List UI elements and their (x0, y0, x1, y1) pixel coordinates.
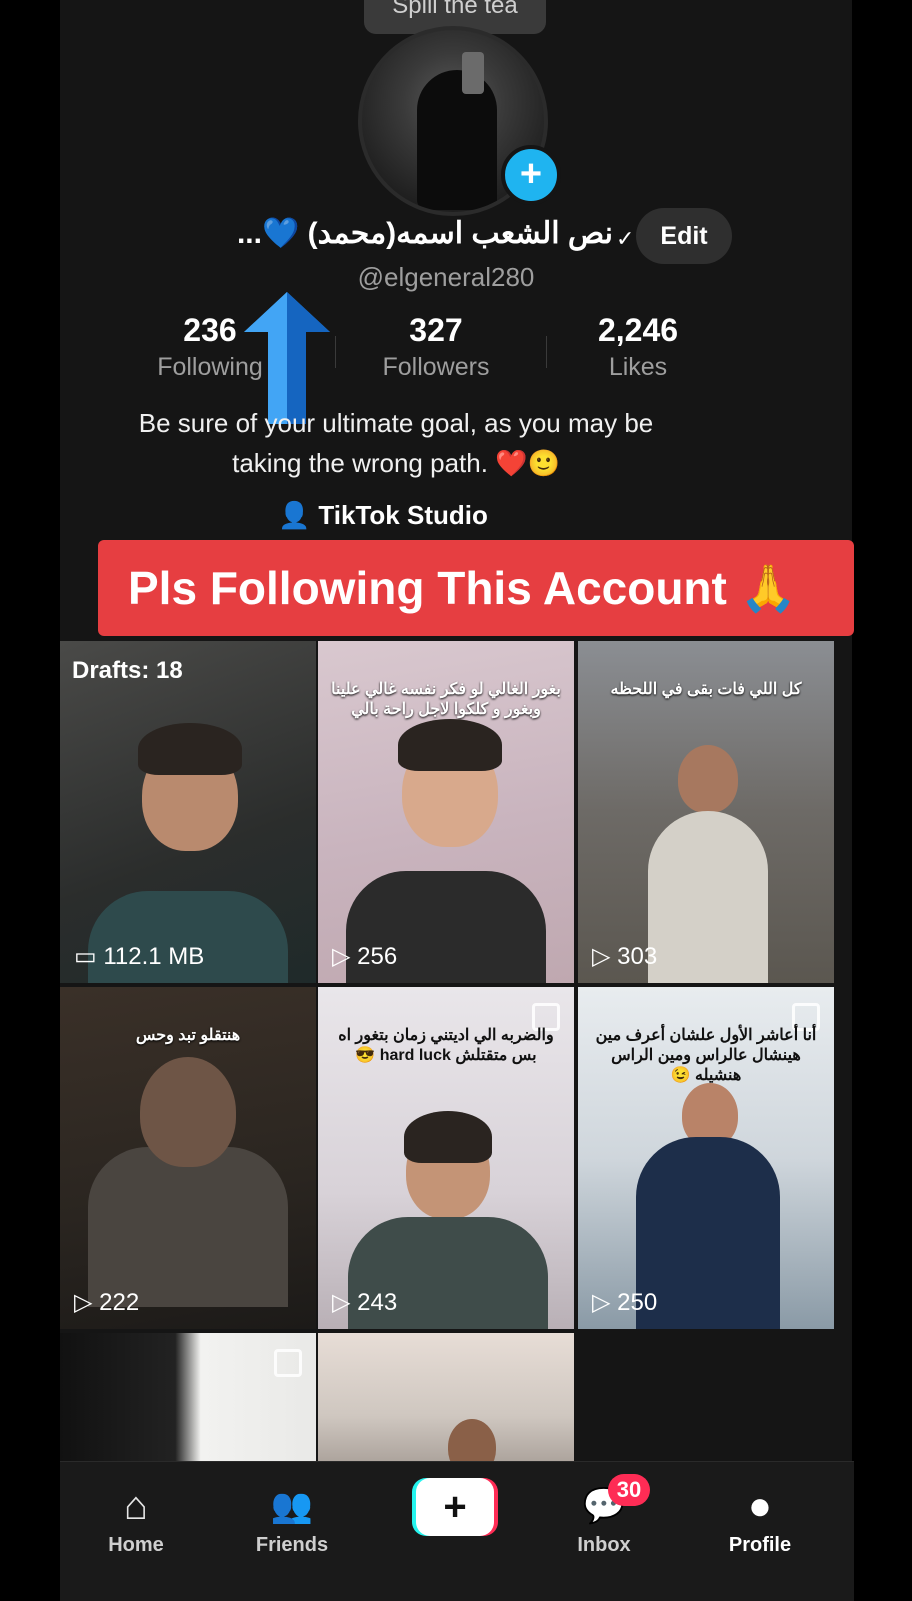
studio-label: TikTok Studio (318, 500, 488, 530)
avatar-phone (462, 52, 484, 94)
video-caption: بغور الغالي لو فكر نفسه غالي علينا وبغور… (331, 681, 561, 718)
profile-icon: ● (747, 1484, 773, 1528)
nav-inbox-label: Inbox (577, 1534, 631, 1556)
view-count: ▷ 256 (332, 943, 398, 970)
divider (335, 336, 336, 368)
bio-line-2: taking the wrong path. ❤️🙂 (232, 448, 560, 478)
photo-hair (138, 723, 242, 775)
add-avatar-plus-icon[interactable]: + (501, 145, 561, 205)
nav-profile[interactable]: ● Profile (700, 1482, 820, 1557)
studio-person-icon: 👤 (278, 500, 311, 530)
view-count-value: 250 (617, 1289, 658, 1316)
plus-icon: + (416, 1478, 494, 1536)
photo-face (678, 745, 738, 813)
photo-body (88, 1147, 288, 1307)
grid-item[interactable]: والضربه الي اديتني زمان بتغور اه بس متقت… (318, 987, 574, 1329)
nav-friends-label: Friends (255, 1534, 329, 1556)
nav-home[interactable]: ⌂ Home (76, 1482, 196, 1557)
chevron-down-icon[interactable]: ✓ (616, 226, 634, 252)
display-name: نص الشعب اسمه(محمد) 💙... (236, 217, 613, 250)
nav-home-label: Home (108, 1534, 164, 1556)
stats-row: 236 Following 327 Followers 2,246 Likes (130, 312, 742, 392)
draft-size-value: 112.1 MB (103, 943, 205, 970)
inbox-badge: 30 (608, 1474, 650, 1506)
grid-item-drafts[interactable]: Drafts: 18 ▭ 112.1 MB (60, 641, 316, 983)
photo-face (140, 1057, 236, 1167)
grid-item[interactable] (60, 1333, 316, 1471)
username: @elgeneral280 (357, 262, 535, 292)
name-row: نص الشعب اسمه(محمد) 💙... ✓ Edit (0, 208, 792, 268)
photo-hair (404, 1111, 492, 1163)
likes-label: Likes (608, 353, 668, 381)
view-count-value: 303 (617, 943, 658, 970)
view-count-value: 222 (99, 1289, 140, 1316)
stat-followers[interactable]: 327 Followers (356, 312, 516, 382)
followers-label: Followers (382, 353, 490, 381)
divider (546, 336, 547, 368)
video-caption: والضربه الي اديتني زمان بتغور اه بس متقت… (338, 1027, 554, 1064)
video-grid: Drafts: 18 ▭ 112.1 MB بغور الغالي لو فكر… (60, 641, 854, 1471)
photo-body (636, 1137, 780, 1329)
view-count: ▷ 222 (74, 1289, 140, 1316)
video-caption: هنتقلو تبد وحس (135, 1027, 241, 1044)
video-caption: أنا أعاشر الأول علشان أعرف مين هينشال عا… (595, 1027, 817, 1084)
edit-profile-button[interactable]: Edit (636, 208, 732, 264)
draft-size: ▭ 112.1 MB (74, 943, 205, 970)
grid-item[interactable]: هنتقلو تبد وحس ▷ 222 (60, 987, 316, 1329)
promo-banner: Pls Following This Account 🙏 (98, 540, 854, 636)
view-count: ▷ 250 (592, 1289, 658, 1316)
view-count: ▷ 303 (592, 943, 658, 970)
home-icon: ⌂ (123, 1484, 149, 1528)
photo-body (648, 811, 768, 983)
tiktok-studio-link[interactable]: 👤 TikTok Studio (278, 500, 518, 531)
grid-item[interactable]: بغور الغالي لو فكر نفسه غالي علينا وبغور… (318, 641, 574, 983)
bio-line-1: Be sure of your ultimate goal, as you ma… (138, 408, 654, 438)
bottom-nav: ⌂ Home 👥 Friends + 💬 30 Inbox ● Profile (60, 1461, 854, 1601)
grid-item[interactable]: كل اللي فات بقى في اللحظه ▷ 303 (578, 641, 834, 983)
bio: Be sure of your ultimate goal, as you ma… (80, 403, 712, 483)
view-count: ▷ 243 (332, 1289, 398, 1316)
create-button[interactable]: + (412, 1478, 498, 1536)
avatar-figure (417, 70, 497, 210)
video-caption: كل اللي فات بقى في اللحظه (610, 681, 802, 698)
followers-count: 327 (409, 312, 463, 348)
nav-friends[interactable]: 👥 Friends (232, 1482, 352, 1557)
view-count-value: 243 (357, 1289, 398, 1316)
nav-inbox[interactable]: 💬 30 Inbox (544, 1474, 664, 1557)
view-count-value: 256 (357, 943, 398, 970)
grid-item[interactable]: أنا أعاشر الأول علشان أعرف مين هينشال عا… (578, 987, 834, 1329)
drafts-label: Drafts: 18 (72, 657, 183, 684)
stat-likes[interactable]: 2,246 Likes (558, 312, 718, 382)
multi-photo-icon (274, 1349, 302, 1377)
grid-item[interactable] (318, 1333, 574, 1471)
photo-hair (398, 719, 502, 771)
friends-icon: 👥 (270, 1487, 314, 1525)
likes-count: 2,246 (597, 312, 679, 348)
nav-profile-label: Profile (728, 1534, 792, 1556)
